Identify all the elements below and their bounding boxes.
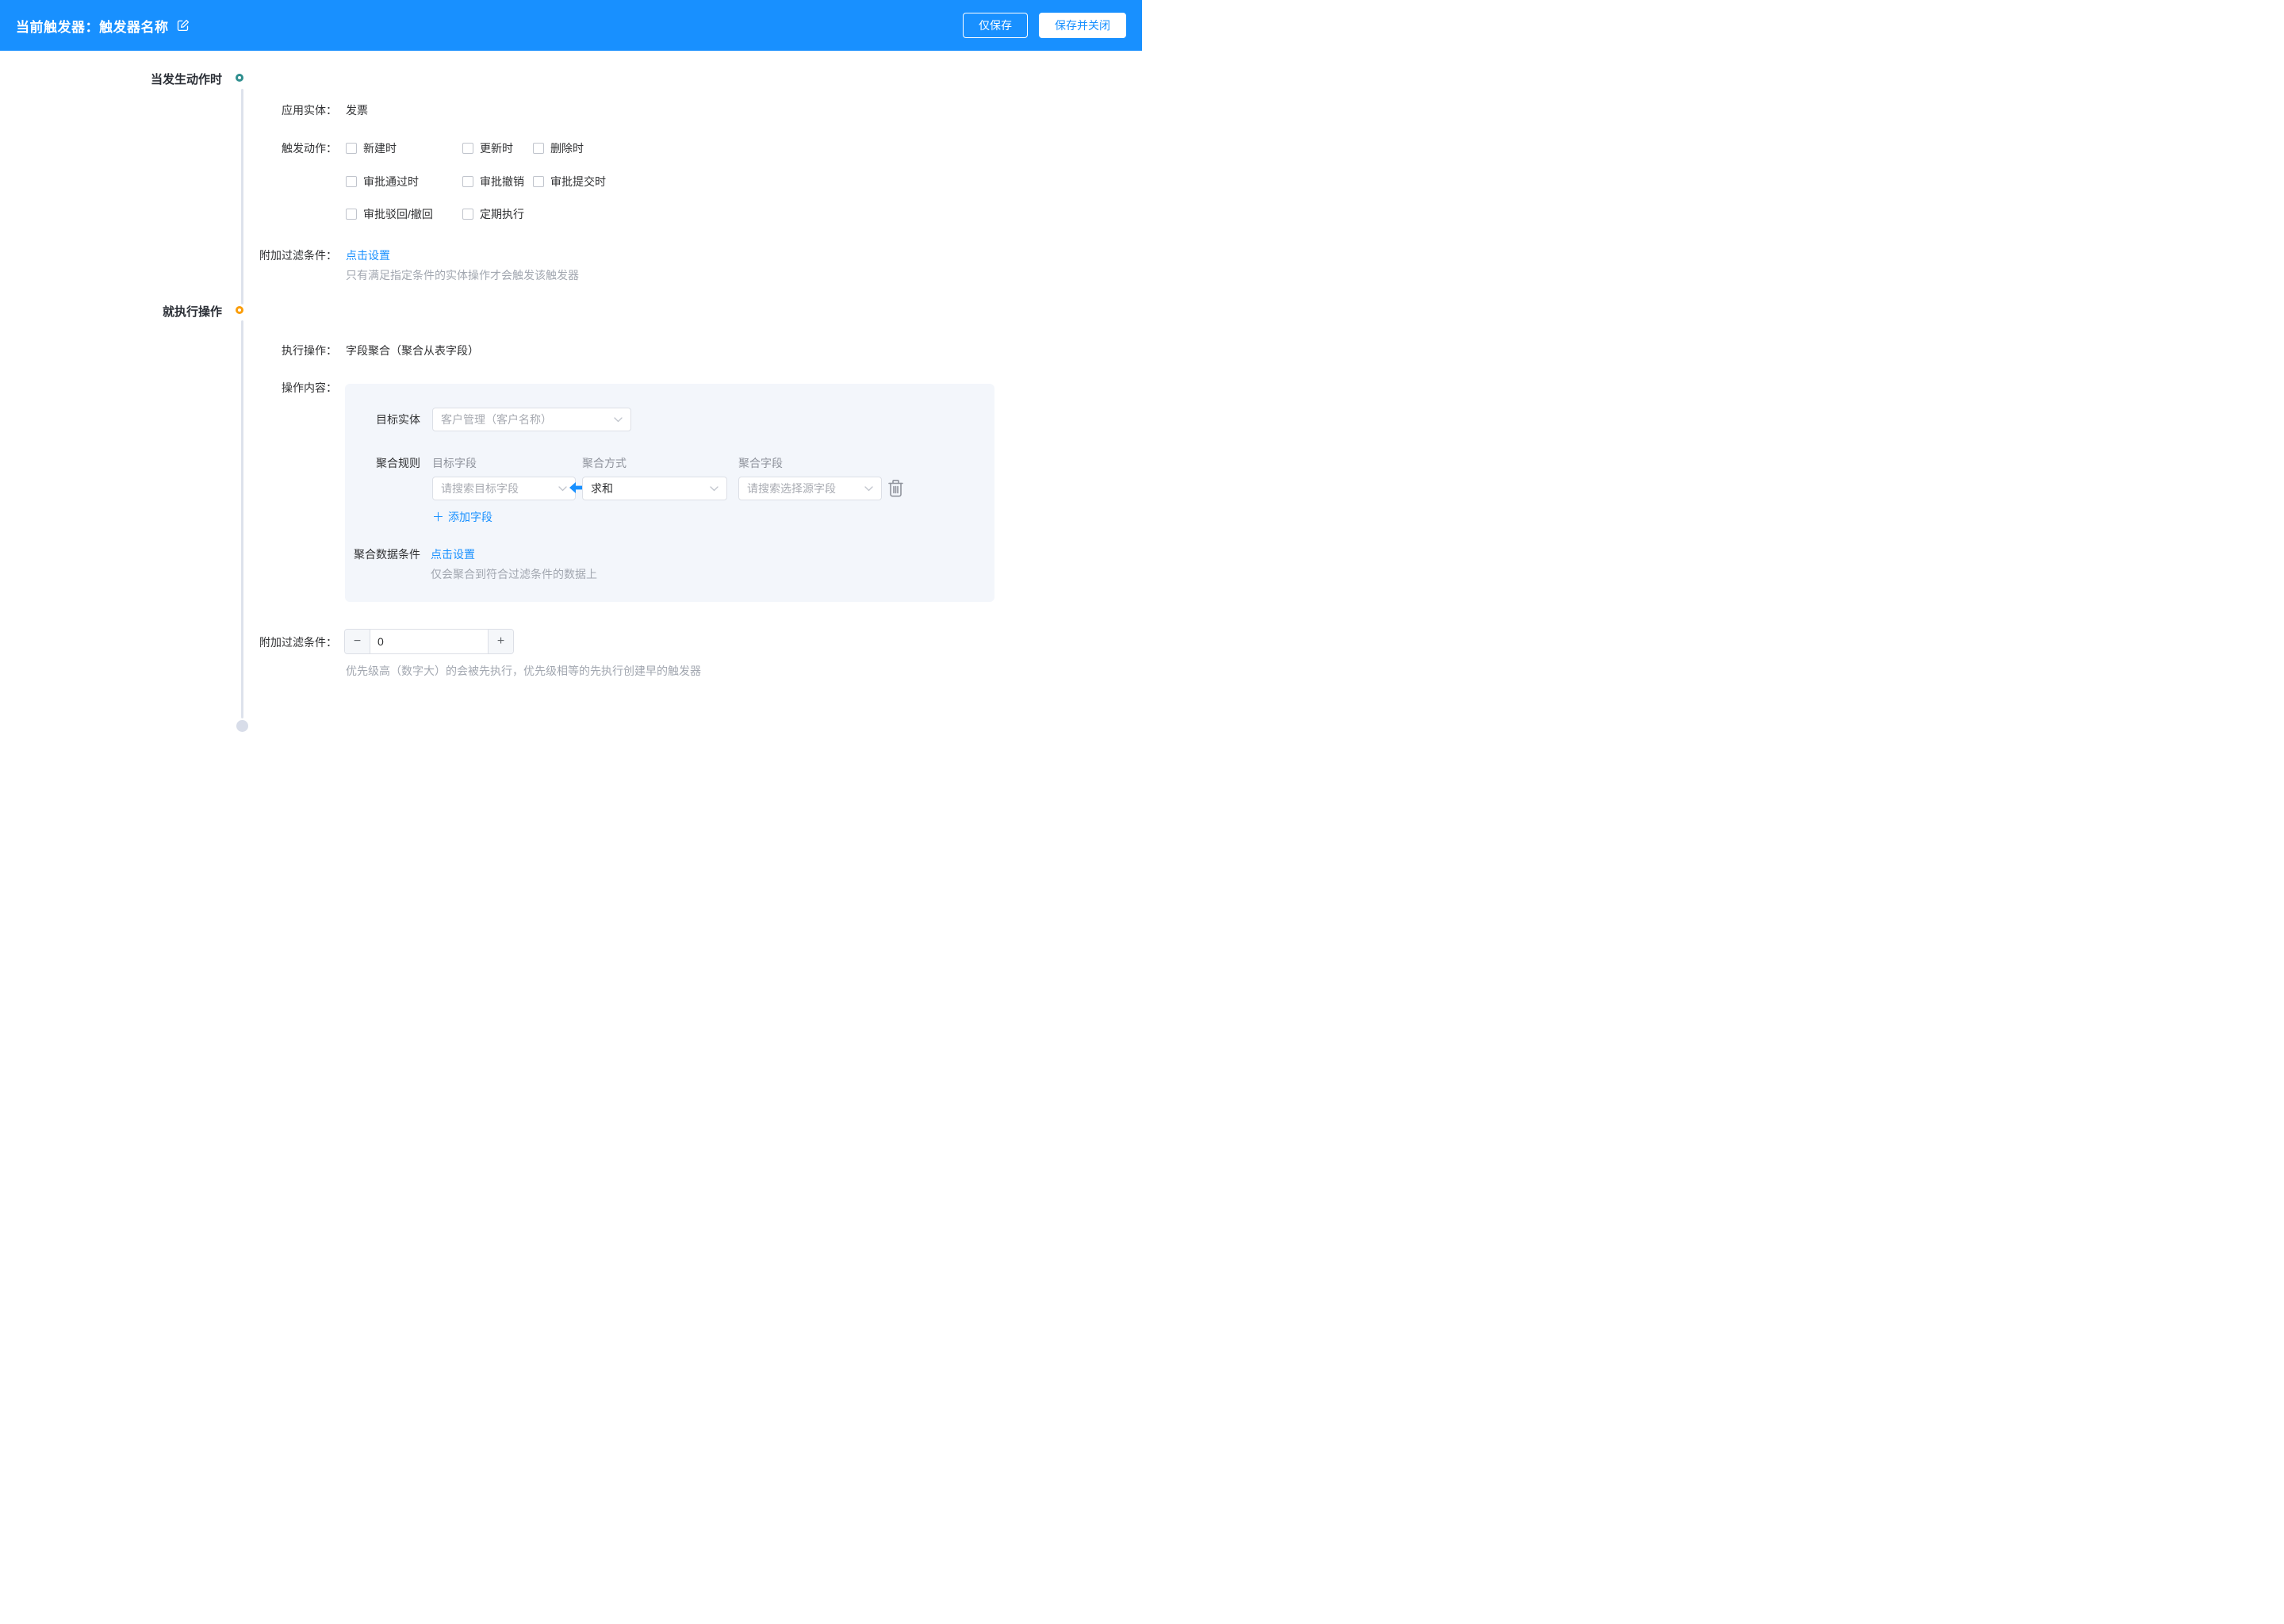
trigger-action-option-label[interactable]: 审批提交时 [550,174,606,190]
header-bar: 当前触发器：触发器名称 仅保存 保存并关闭 [0,0,1142,51]
target-field-placeholder: 请搜索目标字段 [441,481,519,496]
trigger-config-page: 当前触发器：触发器名称 仅保存 保存并关闭 当发生动作时 就执行操作 应用实体：… [0,0,1142,812]
aggregate-condition-label: 聚合数据条件 [345,546,420,562]
timeline-end-dot [236,720,248,732]
target-entity-select[interactable]: 客户管理（客户名称） [432,408,631,431]
target-field-header: 目标字段 [432,455,477,471]
stepper-increase-button[interactable]: + [488,630,513,653]
aggregate-rule-label: 聚合规则 [345,455,420,471]
checkbox-unchecked-icon[interactable] [462,209,473,220]
trigger-action-option-label[interactable]: 定期执行 [480,206,524,222]
priority-label: 附加过滤条件： [178,634,337,650]
arrow-left-icon [569,482,582,493]
filter-set-link[interactable]: 点击设置 [346,247,390,263]
trigger-action-row: 新建时 更新时 删除时 [346,140,758,156]
delete-rule-icon[interactable] [887,478,904,498]
trigger-actions-label: 触发动作： [178,140,337,156]
chevron-down-icon [705,486,719,492]
checkbox-unchecked-icon[interactable] [533,176,544,187]
timeline-node-then [236,306,243,314]
trigger-action-option[interactable]: 更新时 [462,140,513,156]
save-only-button[interactable]: 仅保存 [963,13,1028,38]
header-actions: 仅保存 保存并关闭 [963,13,1126,38]
checkbox-unchecked-icon[interactable] [462,143,473,154]
plus-icon: ＋ [432,508,444,525]
aggregate-condition-hint: 仅会聚合到符合过滤条件的数据上 [431,566,597,582]
entity-value: 发票 [346,102,368,118]
trigger-action-option-label[interactable]: 新建时 [363,140,397,156]
checkbox-unchecked-icon[interactable] [346,143,357,154]
priority-hint: 优先级高（数字大）的会被先执行，优先级相等的先执行创建早的触发器 [346,663,701,679]
timeline-line-upper [241,89,243,304]
stage-label-then: 就执行操作 [79,305,222,320]
timeline-node-when [236,74,243,82]
aggregate-field-select[interactable]: 请搜索选择源字段 [738,477,882,500]
trigger-action-option-label[interactable]: 审批通过时 [363,174,419,190]
aggregate-field-placeholder: 请搜索选择源字段 [747,481,836,496]
trigger-action-option-label[interactable]: 更新时 [480,140,513,156]
trigger-action-option[interactable]: 审批驳回/撤回 [346,206,433,222]
checkbox-unchecked-icon[interactable] [346,209,357,220]
aggregate-method-select[interactable]: 求和 [582,477,727,500]
aggregate-condition-set-link[interactable]: 点击设置 [431,546,475,562]
chevron-down-icon [860,486,873,492]
content-label: 操作内容： [178,380,337,396]
add-field-link[interactable]: ＋ 添加字段 [432,508,492,525]
stage-label-when: 当发生动作时 [79,73,222,87]
operation-content-panel: 目标实体 客户管理（客户名称） 聚合规则 目标字段 聚合方式 聚合字段 请搜索目… [345,384,994,602]
chevron-down-icon [609,417,623,423]
stepper-decrease-button[interactable]: − [345,630,370,653]
filter-condition-label: 附加过滤条件： [178,247,337,263]
target-entity-label: 目标实体 [345,412,420,427]
target-entity-select-value: 客户管理（客户名称） [441,412,552,427]
trigger-action-option[interactable]: 审批通过时 [346,174,419,190]
trigger-action-row: 审批通过时 审批撤销 审批提交时 [346,174,758,190]
aggregate-method-value: 求和 [591,481,613,496]
checkbox-unchecked-icon[interactable] [533,143,544,154]
trigger-action-option[interactable]: 删除时 [533,140,584,156]
trigger-action-option[interactable]: 新建时 [346,140,397,156]
aggregate-method-header: 聚合方式 [582,455,627,471]
trigger-action-option-label[interactable]: 审批驳回/撤回 [363,206,433,222]
filter-hint: 只有满足指定条件的实体操作才会触发该触发器 [346,267,579,283]
edit-trigger-name-icon[interactable] [177,19,190,32]
trigger-action-option-label[interactable]: 审批撤销 [480,174,524,190]
save-and-close-button[interactable]: 保存并关闭 [1039,13,1126,38]
add-field-label: 添加字段 [448,509,492,525]
checkbox-unchecked-icon[interactable] [346,176,357,187]
trigger-actions-grid: 新建时 更新时 删除时审批通过时 审批撤销 审批提交时审批驳回/撤回 定期执行 [346,140,758,223]
trigger-action-row: 审批驳回/撤回 定期执行 [346,206,758,222]
aggregate-field-header: 聚合字段 [738,455,783,471]
operation-value: 字段聚合（聚合从表字段） [346,343,479,358]
chevron-down-icon [554,486,567,492]
page-title: 当前触发器：触发器名称 [16,16,169,36]
entity-label: 应用实体： [178,102,337,118]
priority-stepper: − 0 + [344,629,514,654]
checkbox-unchecked-icon[interactable] [462,176,473,187]
trigger-action-option[interactable]: 审批撤销 [462,174,524,190]
trigger-action-option[interactable]: 定期执行 [462,206,524,222]
trigger-action-option-label[interactable]: 删除时 [550,140,584,156]
operation-label: 执行操作： [178,343,337,358]
trigger-action-option[interactable]: 审批提交时 [533,174,606,190]
priority-input[interactable]: 0 [370,630,488,653]
target-field-select[interactable]: 请搜索目标字段 [432,477,576,500]
